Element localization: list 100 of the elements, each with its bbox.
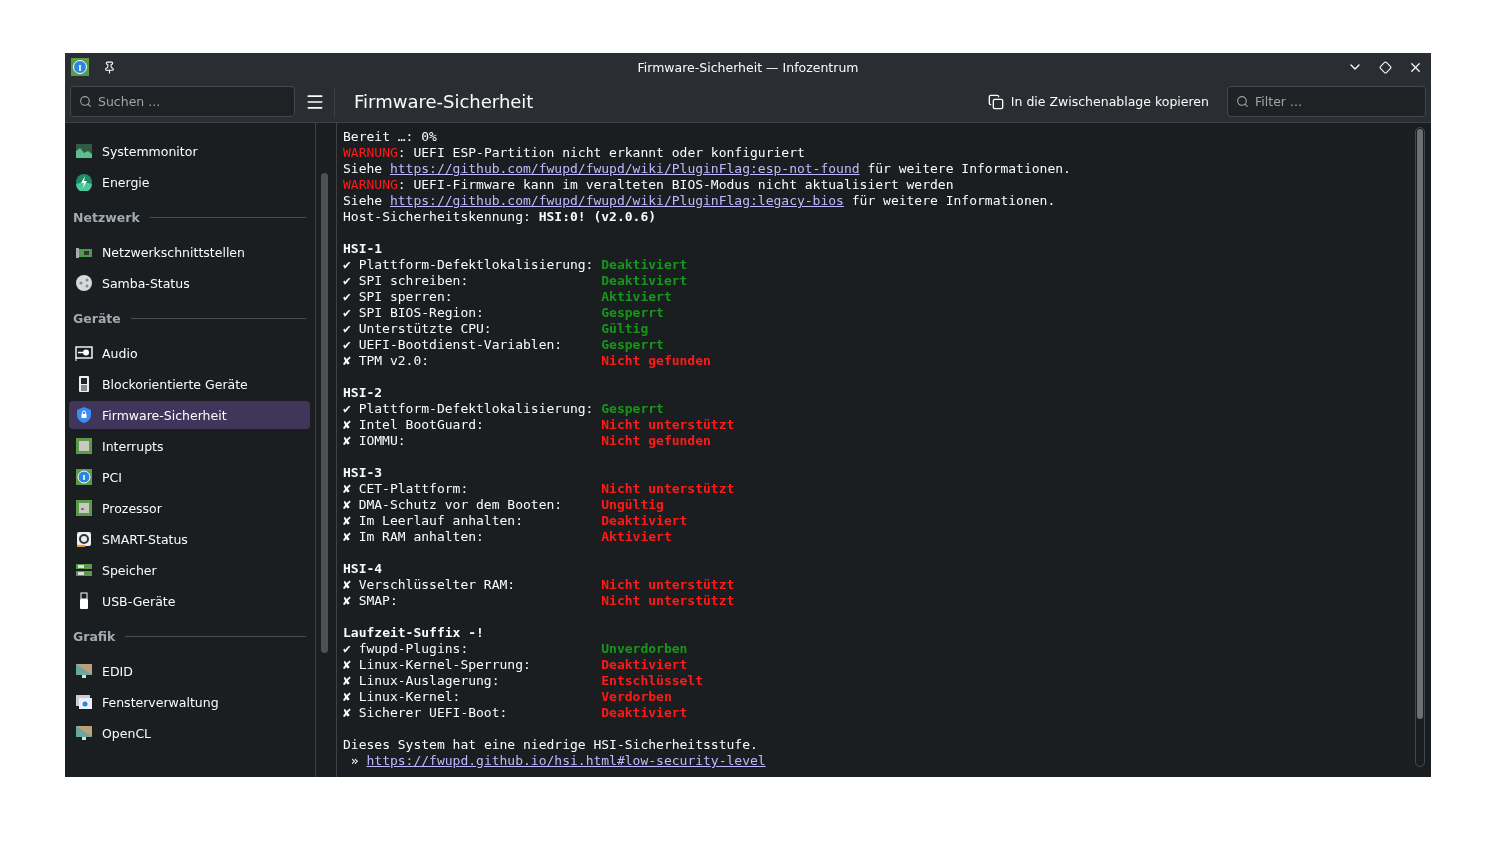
- check-mark: ✔: [343, 305, 352, 321]
- check-label: TPM v2.0:: [358, 353, 431, 369]
- check-label: Sicherer UEFI-Boot:: [358, 705, 509, 721]
- cross-mark: ✘: [343, 481, 352, 497]
- section-header: Grafik: [73, 628, 116, 644]
- sidebar-item[interactable]: PCI: [69, 463, 310, 491]
- cross-mark: ✘: [343, 593, 352, 609]
- log-text: Siehe: [343, 193, 384, 209]
- sidebar-item[interactable]: Energie: [69, 168, 310, 196]
- window-gear-icon: [75, 693, 93, 711]
- check-mark: ✔: [343, 289, 352, 305]
- check-label: SPI schreiben:: [358, 273, 470, 289]
- page-title: Firmware-Sicherheit: [354, 91, 535, 112]
- log-text: für weitere Informationen.: [866, 161, 1071, 177]
- monitor-icon: [75, 724, 93, 742]
- check-mark: ✔: [343, 257, 352, 273]
- check-result: Deaktiviert: [601, 273, 688, 289]
- check-mark: ✔: [343, 273, 352, 289]
- filter-field[interactable]: Filter ...: [1227, 86, 1426, 117]
- check-result: Nicht unterstützt: [601, 417, 735, 433]
- sidebar-item[interactable]: Speicher: [69, 556, 310, 584]
- sidebar-item[interactable]: Interrupts: [69, 432, 310, 460]
- cross-mark: ✘: [343, 513, 352, 529]
- disk-gauge-icon: [75, 530, 93, 548]
- log-text: Siehe: [343, 161, 384, 177]
- check-result: Deaktiviert: [601, 257, 688, 273]
- summary-text: Dieses System hat eine niedrige HSI-Sicherheitsstufe.: [343, 737, 758, 753]
- check-result: Nicht unterstützt: [601, 577, 735, 593]
- log-text: Host-Sicherheitskennung: HSI:0! (v2.0.6): [343, 209, 657, 225]
- check-result: Nicht gefunden: [601, 433, 711, 449]
- sidebar-item[interactable]: Blockorientierte Geräte: [69, 370, 310, 398]
- check-result: Aktiviert: [601, 529, 672, 545]
- check-label: Intel BootGuard:: [358, 417, 485, 433]
- log-text: für weitere Informationen.: [850, 193, 1056, 209]
- search-icon: [1236, 95, 1249, 108]
- monitor-icon: [75, 662, 93, 680]
- check-label: Im Leerlauf anhalten:: [358, 513, 524, 529]
- sidebar-item[interactable]: Audio: [69, 339, 310, 367]
- check-label: SPI BIOS-Region:: [358, 305, 485, 321]
- check-label: fwupd-Plugins:: [358, 641, 470, 657]
- sidebar-item[interactable]: Samba-Status: [69, 269, 310, 297]
- check-label: SMAP:: [358, 593, 399, 609]
- sidebar-item[interactable]: Netzwerkschnittstellen: [69, 238, 310, 266]
- link[interactable]: https://github.com/fwupd/fwupd/wiki/PluginFlag:legacy-bios: [389, 193, 844, 209]
- sidebar-item[interactable]: Systemmonitor: [69, 137, 310, 165]
- check-mark: ✔: [343, 321, 352, 337]
- check-mark: ✔: [343, 401, 352, 417]
- check-result: Nicht unterstützt: [601, 593, 735, 609]
- cross-mark: ✘: [343, 417, 352, 433]
- link[interactable]: https://fwupd.github.io/hsi.html#low-security-level: [366, 753, 766, 769]
- section-title: HSI-3: [343, 465, 383, 481]
- cross-mark: ✘: [343, 433, 352, 449]
- check-result: Gesperrt: [601, 401, 664, 417]
- check-result: Nicht unterstützt: [601, 481, 735, 497]
- check-label: Linux-Kernel-Sperrung:: [358, 657, 532, 673]
- app-icon: [71, 58, 89, 76]
- warning-line: WARNUNG: UEFI-Firmware kann im veralteten BIOS-Modus nicht aktualisiert werden: [343, 177, 955, 193]
- check-label: UEFI-Bootdienst-Variablen:: [358, 337, 564, 353]
- cross-mark: ✘: [343, 657, 352, 673]
- search-field[interactable]: Suchen ...: [70, 86, 295, 117]
- copy-button[interactable]: In die Zwischenablage kopieren: [983, 89, 1213, 114]
- chart-icon: [75, 142, 93, 160]
- cross-mark: ✘: [343, 705, 352, 721]
- check-result: Aktiviert: [601, 289, 672, 305]
- lightning-icon: [75, 173, 93, 191]
- cross-mark: ✘: [343, 497, 352, 513]
- check-label: Im RAM anhalten:: [358, 529, 485, 545]
- shield-lock-icon: [75, 406, 93, 424]
- check-result: Nicht gefunden: [601, 353, 711, 369]
- section-title: HSI-2: [343, 385, 383, 401]
- sidebar-item[interactable]: USB-Geräte: [69, 587, 310, 615]
- sidebar-item[interactable]: OpenCL: [69, 719, 310, 747]
- sidebar-item[interactable]: Fensterverwaltung: [69, 688, 310, 716]
- scrollbar-thumb[interactable]: [1417, 129, 1423, 719]
- sidebar-item[interactable]: EDID: [69, 657, 310, 685]
- check-label: Unterstützte CPU:: [358, 321, 493, 337]
- section-title: HSI-4: [343, 561, 383, 577]
- check-label: Verschlüsselter RAM:: [358, 577, 517, 593]
- check-label: IOMMU:: [358, 433, 407, 449]
- sidebar-item[interactable]: Firmware-Sicherheit: [69, 401, 310, 429]
- section-header: Geräte: [73, 310, 121, 326]
- sidebar-item[interactable]: SMART-Status: [69, 525, 310, 553]
- check-mark: ✔: [343, 641, 352, 657]
- window-title: Firmware-Sicherheit — Infozentrum: [637, 59, 859, 75]
- check-mark: ✔: [343, 337, 352, 353]
- check-result: Deaktiviert: [601, 513, 688, 529]
- chip-icon: [75, 499, 93, 517]
- section-title: Laufzeit-Suffix -!: [343, 625, 484, 641]
- cross-mark: ✘: [343, 689, 352, 705]
- check-result: Verdorben: [601, 689, 672, 705]
- log-text: Bereit …: 0%: [343, 129, 437, 145]
- cross-mark: ✘: [343, 577, 352, 593]
- warning-line: WARNUNG: UEFI ESP-Partition nicht erkannt oder konfiguriert: [343, 145, 806, 161]
- check-result: Deaktiviert: [601, 705, 688, 721]
- sidebar-item[interactable]: Prozessor: [69, 494, 310, 522]
- link[interactable]: https://github.com/fwupd/fwupd/wiki/PluginFlag:esp-not-found: [389, 161, 860, 177]
- copy-icon: [987, 93, 1004, 110]
- check-label: Plattform-Defektlokalisierung:: [358, 401, 595, 417]
- check-label: Linux-Auslagerung:: [358, 673, 501, 689]
- scrollbar-thumb[interactable]: [321, 173, 328, 653]
